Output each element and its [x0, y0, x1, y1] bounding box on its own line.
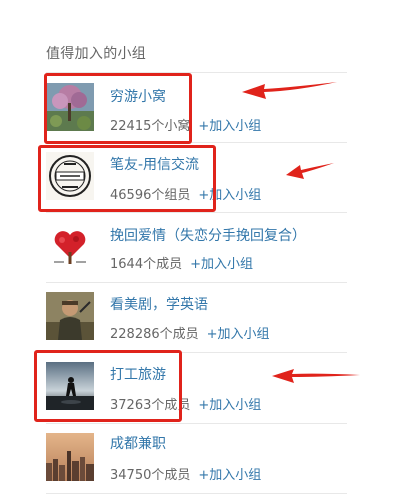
divider	[46, 493, 347, 494]
group-meta: 34750个成员 +加入小组	[110, 464, 261, 483]
group-name-link[interactable]: 笔友-用信交流	[110, 154, 199, 174]
group-meta: 46596个组员 +加入小组	[110, 184, 261, 203]
painting-thumbnail[interactable]	[46, 83, 94, 131]
divider	[46, 212, 347, 213]
member-count: 228286个成员	[110, 327, 199, 342]
join-group-button[interactable]: +加入小组	[198, 398, 261, 413]
join-group-button[interactable]: +加入小组	[198, 188, 261, 203]
group-meta: 228286个成员 +加入小组	[110, 323, 270, 342]
tv-character-thumbnail[interactable]	[46, 292, 94, 340]
divider	[46, 72, 347, 73]
group-name-link[interactable]: 挽回爱情（失恋分手挽回复合）	[110, 225, 306, 245]
group-meta: 22415个小窝 +加入小组	[110, 115, 261, 134]
divider	[46, 352, 347, 353]
join-group-button[interactable]: +加入小组	[190, 257, 253, 272]
group-name-link[interactable]: 穷游小窝	[110, 86, 166, 106]
member-count: 34750个成员	[110, 468, 191, 483]
city-skyline-thumbnail[interactable]	[46, 433, 94, 481]
member-count: 22415个小窝	[110, 119, 191, 134]
divider	[46, 142, 347, 143]
member-count: 46596个组员	[110, 188, 191, 203]
group-meta: 37263个成员 +加入小组	[110, 394, 261, 413]
member-count: 1644个成员	[110, 257, 183, 272]
group-list: 穷游小窝 22415个小窝 +加入小组 笔友-用信交流 46596个组员 +加入小组	[0, 0, 419, 496]
postmark-stamp-thumbnail[interactable]	[46, 152, 94, 200]
join-group-button[interactable]: +加入小组	[198, 119, 261, 134]
member-count: 37263个成员	[110, 398, 191, 413]
group-name-link[interactable]: 成都兼职	[110, 433, 166, 453]
heart-tree-thumbnail[interactable]	[46, 222, 94, 270]
group-name-link[interactable]: 看美剧，学英语	[110, 294, 208, 314]
divider	[46, 282, 347, 283]
join-group-button[interactable]: +加入小组	[198, 468, 261, 483]
join-group-button[interactable]: +加入小组	[207, 327, 270, 342]
traveler-silhouette-thumbnail[interactable]	[46, 362, 94, 410]
divider	[46, 423, 347, 424]
group-name-link[interactable]: 打工旅游	[110, 364, 166, 384]
group-meta: 1644个成员 +加入小组	[110, 253, 253, 272]
